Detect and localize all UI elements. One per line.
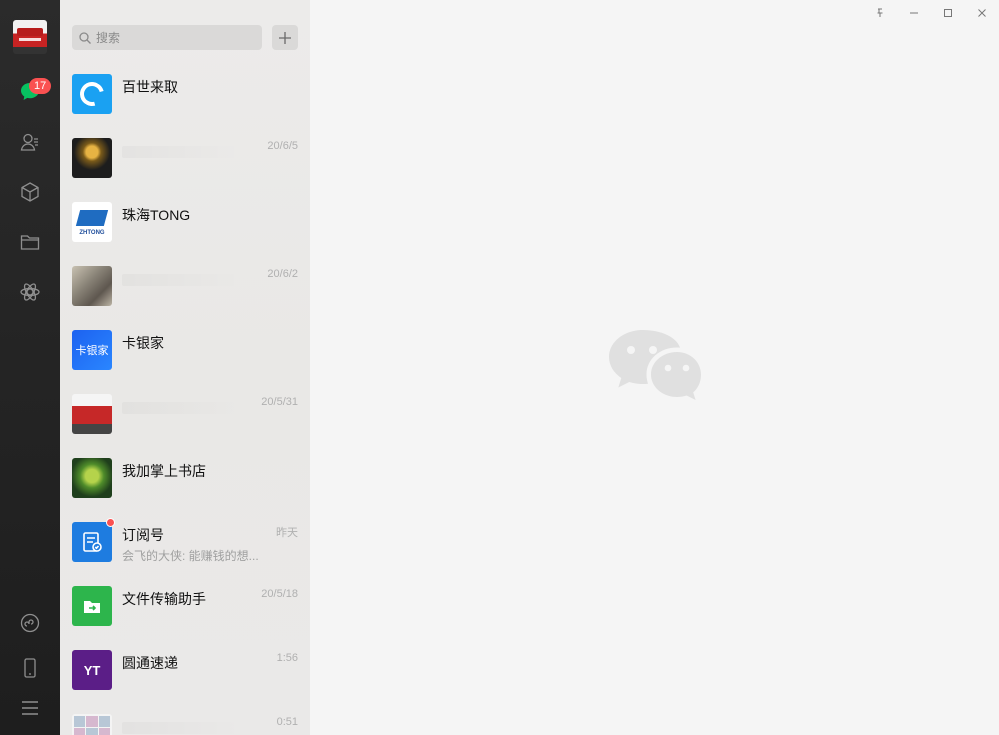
chat-item[interactable]: YT 圆通速递 1:56 <box>60 640 310 704</box>
chat-avatar: 卡银家 <box>72 330 112 370</box>
chat-list-panel: 搜索 百世来取 20/6/5 ZHTONG 珠海TONG 20/6/2 卡银家 … <box>60 0 310 735</box>
chat-name: 订阅号 <box>122 527 164 543</box>
chat-name-obscured <box>122 274 242 286</box>
close-icon[interactable] <box>965 0 999 26</box>
subscriptions-icon <box>72 522 112 562</box>
chat-time: 0:51 <box>276 716 298 728</box>
chat-name-obscured <box>122 146 242 158</box>
chat-avatar <box>72 458 112 498</box>
chat-avatar: ZHTONG <box>72 202 112 242</box>
unread-badge: 17 <box>29 78 52 94</box>
user-avatar[interactable] <box>13 20 47 54</box>
chat-item[interactable]: 卡银家 卡银家 <box>60 320 310 384</box>
chat-name: 圆通速递 <box>122 655 178 671</box>
chat-name: 百世来取 <box>122 79 178 95</box>
chat-area <box>310 0 999 735</box>
chat-name-obscured <box>122 402 242 414</box>
file-transfer-icon <box>72 586 112 626</box>
chat-time: 20/6/2 <box>267 268 298 280</box>
phone-icon[interactable] <box>15 653 45 683</box>
chat-avatar <box>72 266 112 306</box>
unread-dot <box>106 518 115 527</box>
chat-item[interactable]: 百世来取 <box>60 64 310 128</box>
chat-name: 我加掌上书店 <box>122 463 206 479</box>
add-button[interactable] <box>272 25 298 50</box>
chat-preview: 会飞的大侠: 能赚钱的想... <box>122 549 259 563</box>
search-placeholder: 搜索 <box>96 31 121 45</box>
chat-name: 珠海TONG <box>122 207 191 223</box>
menu-icon[interactable] <box>15 693 45 723</box>
chat-item[interactable]: 20/5/31 <box>60 384 310 448</box>
miniprogram-icon[interactable] <box>15 608 45 638</box>
contacts-icon[interactable] <box>15 127 45 157</box>
moments-icon[interactable] <box>15 277 45 307</box>
nav-rail: 17 <box>0 0 60 735</box>
favorites-icon[interactable] <box>15 177 45 207</box>
chat-item[interactable]: 订阅号 昨天 会飞的大侠: 能赚钱的想... <box>60 512 310 576</box>
wechat-logo-icon <box>609 330 701 400</box>
chat-name: 文件传输助手 <box>122 591 206 607</box>
chat-item[interactable]: 0:51 <box>60 704 310 735</box>
chat-item[interactable]: 我加掌上书店 <box>60 448 310 512</box>
window-controls <box>863 0 999 28</box>
chat-avatar <box>72 138 112 178</box>
chat-avatar <box>72 394 112 434</box>
chat-time: 1:56 <box>276 652 298 664</box>
pin-icon[interactable] <box>863 0 897 26</box>
chat-time: 20/5/31 <box>261 396 298 408</box>
chat-time: 昨天 <box>276 527 298 539</box>
chat-name-obscured <box>122 722 242 734</box>
chat-time: 20/5/18 <box>261 588 298 600</box>
chat-avatar: YT <box>72 650 112 690</box>
maximize-icon[interactable] <box>931 0 965 26</box>
minimize-icon[interactable] <box>897 0 931 26</box>
search-input[interactable]: 搜索 <box>72 25 262 50</box>
chat-item[interactable]: 20/6/2 <box>60 256 310 320</box>
group-avatar <box>72 714 112 735</box>
chat-avatar <box>72 74 112 114</box>
chat-item[interactable]: 20/6/5 <box>60 128 310 192</box>
chat-name: 卡银家 <box>122 335 164 351</box>
chat-item[interactable]: ZHTONG 珠海TONG <box>60 192 310 256</box>
search-icon <box>79 31 91 44</box>
plus-icon <box>279 31 291 44</box>
files-icon[interactable] <box>15 227 45 257</box>
chat-time: 20/6/5 <box>267 140 298 152</box>
chat-item[interactable]: 文件传输助手 20/5/18 <box>60 576 310 640</box>
